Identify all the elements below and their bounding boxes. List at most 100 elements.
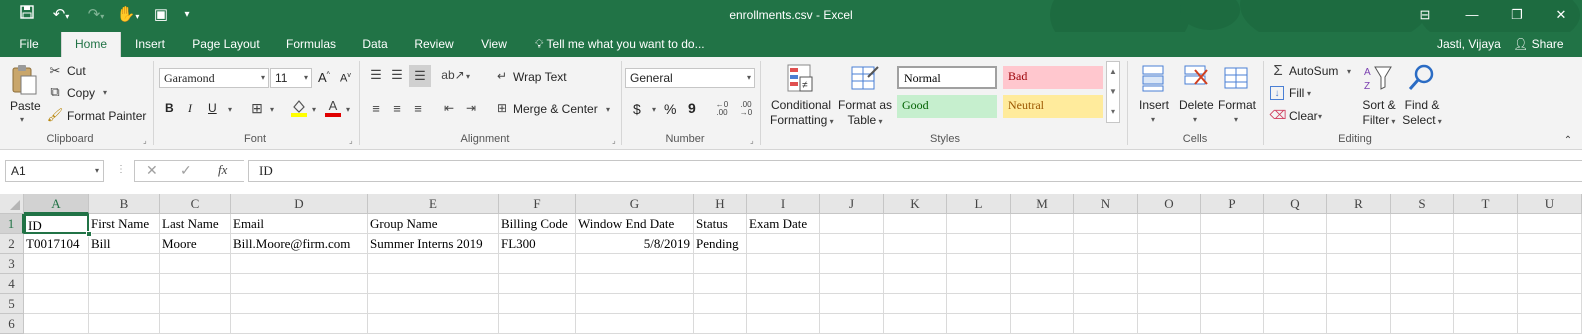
- cell-p4[interactable]: [1201, 274, 1264, 294]
- cell-g3[interactable]: [576, 254, 694, 274]
- cell-e5[interactable]: [368, 294, 499, 314]
- percent-button[interactable]: %: [664, 101, 676, 117]
- cell-f5[interactable]: [499, 294, 576, 314]
- shrink-font-icon[interactable]: Av: [340, 72, 351, 85]
- font-size-combo[interactable]: 11 ▾: [270, 68, 312, 88]
- cell-e1[interactable]: Group Name: [368, 214, 499, 234]
- cell-m5[interactable]: [1011, 294, 1074, 314]
- dialog-launcher-icon[interactable]: ⌟: [349, 136, 353, 145]
- cell-p5[interactable]: [1201, 294, 1264, 314]
- cell-k5[interactable]: [884, 294, 947, 314]
- column-header-l[interactable]: L: [947, 194, 1011, 214]
- cell-q5[interactable]: [1264, 294, 1327, 314]
- clear-button[interactable]: Clear: [1289, 109, 1318, 123]
- cell-q3[interactable]: [1264, 254, 1327, 274]
- cell-u2[interactable]: [1518, 234, 1582, 254]
- cell-r4[interactable]: [1327, 274, 1391, 294]
- column-header-d[interactable]: D: [231, 194, 368, 214]
- more-styles-icon[interactable]: ▾: [1107, 102, 1119, 122]
- cell-b2[interactable]: Bill: [89, 234, 160, 254]
- ribbon-display-icon[interactable]: ⊟: [1410, 4, 1440, 26]
- tell-me-box[interactable]: 💡︎ Tell me what you want to do...: [535, 32, 705, 57]
- find-select-button[interactable]: Find & Select ▾: [1402, 98, 1442, 129]
- style-normal[interactable]: Normal: [897, 66, 997, 89]
- cell-d3[interactable]: [231, 254, 368, 274]
- formula-input[interactable]: ID: [248, 160, 1582, 182]
- cell-g2[interactable]: 5/8/2019: [576, 234, 694, 254]
- align-center-icon[interactable]: ≡: [388, 100, 406, 116]
- cell-q2[interactable]: [1264, 234, 1327, 254]
- cell-m4[interactable]: [1011, 274, 1074, 294]
- increase-decimal-icon[interactable]: ←0.00: [713, 100, 731, 118]
- cell-c1[interactable]: Last Name: [160, 214, 231, 234]
- cell-i3[interactable]: [747, 254, 820, 274]
- tab-insert[interactable]: Insert: [128, 32, 172, 57]
- cell-s4[interactable]: [1391, 274, 1454, 294]
- fill-handle[interactable]: [86, 231, 92, 237]
- column-header-m[interactable]: M: [1011, 194, 1074, 214]
- cell-f4[interactable]: [499, 274, 576, 294]
- cell-j1[interactable]: [820, 214, 884, 234]
- delete-button[interactable]: Delete: [1179, 98, 1214, 112]
- cell-c6[interactable]: [160, 314, 231, 334]
- cell-k3[interactable]: [884, 254, 947, 274]
- cell-f3[interactable]: [499, 254, 576, 274]
- align-right-icon[interactable]: ≡: [409, 100, 427, 116]
- font-color-dropdown-icon[interactable]: ▾: [346, 105, 350, 114]
- tab-view[interactable]: View: [472, 32, 516, 57]
- dialog-launcher-icon[interactable]: ⌟: [612, 136, 616, 145]
- paste-button[interactable]: Paste: [10, 99, 41, 113]
- column-header-s[interactable]: S: [1391, 194, 1454, 214]
- cell-o6[interactable]: [1138, 314, 1201, 334]
- column-header-e[interactable]: E: [368, 194, 499, 214]
- wrap-text-button[interactable]: Wrap Text: [513, 70, 567, 84]
- underline-dropdown-icon[interactable]: ▾: [228, 105, 232, 114]
- row-header-2[interactable]: 2: [0, 234, 24, 254]
- merge-center-button[interactable]: Merge & Center: [513, 102, 598, 116]
- grow-font-icon[interactable]: A^: [318, 70, 330, 85]
- middle-align-icon[interactable]: ☰: [388, 67, 406, 83]
- underline-button[interactable]: U: [208, 101, 217, 115]
- cell-h6[interactable]: [694, 314, 747, 334]
- font-color-icon[interactable]: A: [324, 97, 342, 118]
- cell-a5[interactable]: [24, 294, 89, 314]
- cell-u1[interactable]: [1518, 214, 1582, 234]
- cell-i4[interactable]: [747, 274, 820, 294]
- dialog-launcher-icon[interactable]: ⌟: [750, 136, 754, 145]
- cell-l6[interactable]: [947, 314, 1011, 334]
- style-good[interactable]: Good: [897, 95, 997, 118]
- cell-k6[interactable]: [884, 314, 947, 334]
- share-button[interactable]: 👤︎ Share: [1513, 32, 1564, 57]
- fill-dropdown-icon[interactable]: ▾: [1307, 89, 1311, 98]
- cell-k1[interactable]: [884, 214, 947, 234]
- cell-e4[interactable]: [368, 274, 499, 294]
- cell-r6[interactable]: [1327, 314, 1391, 334]
- close-icon[interactable]: ✕: [1546, 4, 1576, 26]
- cell-s5[interactable]: [1391, 294, 1454, 314]
- cell-h3[interactable]: [694, 254, 747, 274]
- decrease-indent-icon[interactable]: ⇤: [440, 100, 458, 116]
- cell-a6[interactable]: [24, 314, 89, 334]
- cell-l4[interactable]: [947, 274, 1011, 294]
- column-header-i[interactable]: I: [747, 194, 820, 214]
- borders-icon[interactable]: ⊞: [248, 100, 266, 116]
- styles-gallery-scroller[interactable]: ▲ ▼ ▾: [1106, 61, 1120, 123]
- copy-button[interactable]: Copy: [67, 86, 95, 100]
- cell-b3[interactable]: [89, 254, 160, 274]
- insert-button[interactable]: Insert: [1139, 98, 1169, 112]
- column-header-b[interactable]: B: [89, 194, 160, 214]
- cell-d6[interactable]: [231, 314, 368, 334]
- cell-l5[interactable]: [947, 294, 1011, 314]
- clear-dropdown-icon[interactable]: ▾: [1318, 112, 1322, 121]
- enter-icon[interactable]: ✓: [180, 162, 192, 179]
- cell-n3[interactable]: [1074, 254, 1138, 274]
- cell-m1[interactable]: [1011, 214, 1074, 234]
- cell-h1[interactable]: Status: [694, 214, 747, 234]
- cell-t4[interactable]: [1454, 274, 1518, 294]
- conditional-formatting-button[interactable]: Conditional Formatting ▾: [770, 98, 834, 129]
- row-header-6[interactable]: 6: [0, 314, 24, 334]
- font-name-combo[interactable]: Garamond ▾: [159, 68, 269, 88]
- orientation-dropdown-icon[interactable]: ▾: [466, 72, 470, 81]
- paste-dropdown-icon[interactable]: ▾: [20, 115, 24, 124]
- tab-file[interactable]: File: [8, 32, 50, 57]
